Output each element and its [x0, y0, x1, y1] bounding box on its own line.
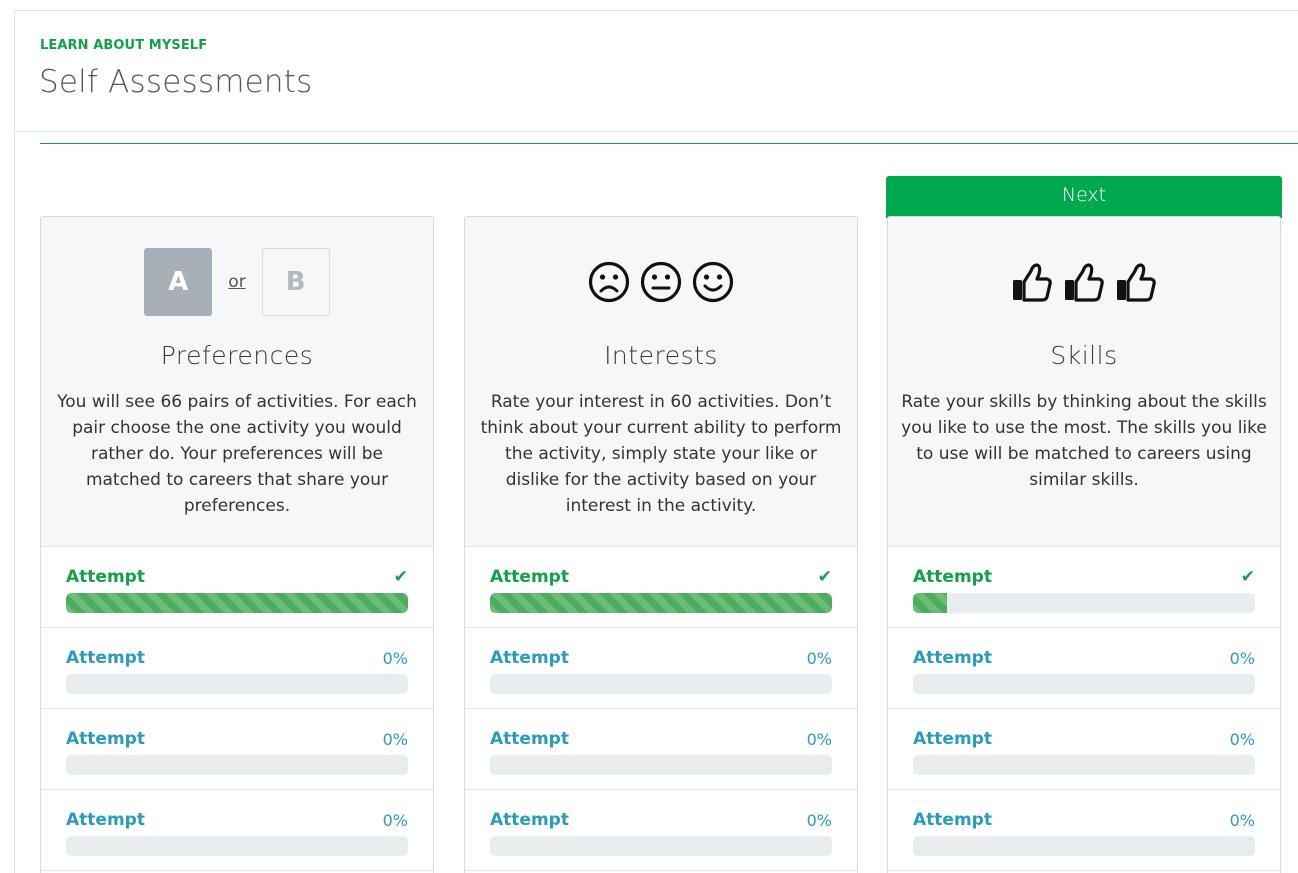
option-a-icon: A [144, 248, 213, 316]
progress-bar [66, 755, 408, 775]
checkmark-icon: ✔ [817, 567, 832, 587]
thumbs-up-icon [1065, 263, 1104, 302]
progress-bar-fill [490, 593, 832, 613]
attempt-percent: 0% [806, 729, 832, 749]
attempt-link[interactable]: Attempt [66, 648, 145, 668]
attempt-link[interactable]: Attempt [490, 729, 569, 749]
sad-face-icon [588, 261, 630, 303]
attempt-row[interactable]: Attempt 0% [465, 628, 857, 709]
card-skills[interactable]: Skills Rate your skills by thinking abou… [887, 216, 1281, 873]
card-description: You will see 66 pairs of activities. For… [57, 392, 417, 516]
attempt-link[interactable]: Attempt [490, 648, 569, 668]
progress-bar [490, 593, 832, 613]
progress-bar [913, 836, 1255, 856]
card-title: Skills [1050, 341, 1118, 370]
progress-bar [66, 836, 408, 856]
attempt-header: Attempt 0% [66, 729, 408, 749]
attempt-row[interactable]: Attempt 0% [41, 790, 433, 871]
progress-bar-fill [913, 593, 948, 613]
attempt-row[interactable]: Attempt ✔ [465, 547, 857, 628]
section-eyebrow: LEARN ABOUT MYSELF [40, 38, 208, 53]
card-interests[interactable]: Interests Rate your interest in 60 activ… [464, 216, 858, 873]
attempt-header: Attempt 0% [490, 648, 832, 668]
progress-bar [913, 674, 1255, 694]
progress-bar [913, 755, 1255, 775]
thumbs-up-icon [1117, 263, 1156, 302]
attempt-link[interactable]: Attempt [913, 729, 992, 749]
face-rating-icons [465, 247, 857, 317]
card-header: Skills Rate your skills by thinking abou… [888, 217, 1280, 547]
attempt-row[interactable]: Attempt 0% [465, 790, 857, 871]
attempt-percent: 0% [806, 648, 832, 668]
attempt-link[interactable]: Attempt [913, 810, 992, 830]
progress-bar [66, 674, 408, 694]
attempt-header: Attempt 0% [66, 648, 408, 668]
next-banner: Next [886, 176, 1282, 218]
card-title: Preferences [160, 341, 314, 370]
attempt-percent: 0% [1229, 648, 1255, 668]
attempt-link[interactable]: Attempt [913, 567, 992, 587]
progress-bar [490, 755, 832, 775]
header-divider [40, 143, 1298, 144]
attempt-link[interactable]: Attempt [913, 648, 992, 668]
card-description: Rate your interest in 60 activities. Don… [480, 392, 842, 516]
attempt-row[interactable]: Attempt 0% [888, 709, 1280, 790]
ab-choice-icon: A or B [41, 247, 433, 317]
attempt-row[interactable]: Attempt 0% [888, 790, 1280, 871]
card-header: A or B Preferences You will see 66 pairs… [41, 217, 433, 547]
attempt-percent: 0% [1229, 729, 1255, 749]
thumbs-up-icons [888, 247, 1280, 317]
attempt-link[interactable]: Attempt [66, 567, 145, 587]
checkmark-icon: ✔ [393, 567, 408, 587]
attempt-link[interactable]: Attempt [66, 729, 145, 749]
thumbs-up-icon [1013, 263, 1052, 302]
attempt-header: Attempt 0% [490, 729, 832, 749]
attempt-header: Attempt 0% [913, 810, 1255, 830]
or-label: or [228, 272, 246, 292]
attempt-row[interactable]: Attempt 0% [888, 628, 1280, 709]
option-b-icon: B [261, 248, 330, 316]
attempt-row[interactable]: Attempt ✔ [888, 547, 1280, 628]
attempt-row[interactable]: Attempt ✔ [41, 547, 433, 628]
progress-bar [66, 593, 408, 613]
happy-face-icon [692, 261, 734, 303]
attempt-percent: 0% [382, 729, 408, 749]
card-title: Interests [604, 341, 718, 370]
attempt-percent: 0% [382, 648, 408, 668]
page-header: LEARN ABOUT MYSELF Self Assessments [14, 10, 1298, 132]
page-title: Self Assessments [39, 64, 313, 100]
attempt-header: Attempt 0% [913, 729, 1255, 749]
progress-bar [490, 836, 832, 856]
attempt-row[interactable]: Attempt 0% [465, 709, 857, 790]
attempt-header: Attempt ✔ [66, 567, 408, 587]
card-header: Interests Rate your interest in 60 activ… [465, 217, 857, 547]
attempt-header: Attempt ✔ [913, 567, 1255, 587]
card-preferences[interactable]: A or B Preferences You will see 66 pairs… [40, 216, 434, 873]
card-description: Rate your skills by thinking about the s… [901, 392, 1267, 490]
progress-bar-fill [66, 593, 408, 613]
attempt-link[interactable]: Attempt [66, 810, 145, 830]
attempt-header: Attempt 0% [913, 648, 1255, 668]
attempt-header: Attempt 0% [490, 810, 832, 830]
checkmark-icon: ✔ [1240, 567, 1255, 587]
neutral-face-icon [640, 261, 682, 303]
attempt-header: Attempt 0% [66, 810, 408, 830]
attempt-row[interactable]: Attempt 0% [41, 709, 433, 790]
attempt-row[interactable]: Attempt 0% [41, 628, 433, 709]
attempt-link[interactable]: Attempt [490, 567, 569, 587]
attempt-percent: 0% [1229, 810, 1255, 830]
attempt-header: Attempt ✔ [490, 567, 832, 587]
attempt-percent: 0% [806, 810, 832, 830]
progress-bar [913, 593, 1255, 613]
attempt-percent: 0% [382, 810, 408, 830]
progress-bar [490, 674, 832, 694]
attempt-link[interactable]: Attempt [490, 810, 569, 830]
